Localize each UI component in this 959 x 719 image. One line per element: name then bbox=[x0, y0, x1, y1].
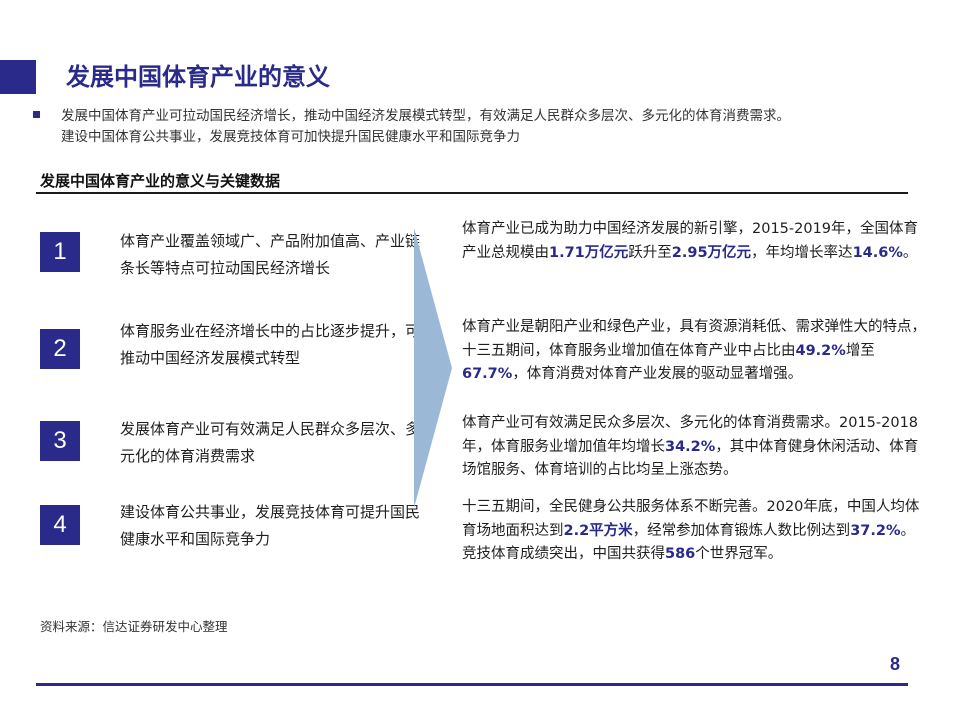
chevron-arrow-icon bbox=[414, 228, 452, 508]
point-text-1: 体育产业覆盖领域广、产品附加值高、产业链条长等特点可拉动国民经济增长 bbox=[120, 232, 421, 277]
point-text-3: 发展体育产业可有效满足人民群众多层次、多元化的体育消费需求 bbox=[120, 420, 421, 465]
detail-1-highlight-1: 1.71万亿元 bbox=[549, 244, 629, 261]
detail-4-text-b: ，经常参加体育锻炼人数比例达到 bbox=[632, 522, 851, 539]
intro-line-2: 建设中国体育公共事业，发展竞技体育可加快提升国民健康水平和国际竞争力 bbox=[61, 129, 520, 145]
detail-paragraph-1: 体育产业已成为助力中国经济发展的新引擎，2015-2019年，全国体育产业总规模… bbox=[462, 218, 927, 265]
page-title: 发展中国体育产业的意义 bbox=[66, 63, 330, 91]
detail-4-text-d: 个世界冠军。 bbox=[695, 546, 783, 562]
detail-2-text-b: 增至 bbox=[845, 342, 875, 359]
detail-2-highlight-1: 49.2% bbox=[795, 342, 846, 359]
point-text-2: 体育服务业在经济增长中的占比逐步提升，可推动中国经济发展模式转型 bbox=[120, 322, 421, 367]
point-text-4: 建设体育公共事业，发展竞技体育可提升国民健康水平和国际竞争力 bbox=[120, 503, 421, 548]
detail-paragraph-2: 体育产业是朝阳产业和绿色产业，具有资源消耗低、需求弹性大的特点，十三五期间，体育… bbox=[462, 316, 927, 387]
page-number: 8 bbox=[889, 654, 900, 674]
detail-4-highlight-1: 2.2平方米 bbox=[563, 522, 633, 539]
section-divider bbox=[36, 192, 908, 194]
detail-2-text-c: ，体育消费对体育产业发展的驱动显著增强。 bbox=[512, 366, 803, 382]
detail-2-highlight-2: 67.7% bbox=[462, 366, 513, 382]
title-accent-block bbox=[0, 60, 36, 94]
source-note: 资料来源：信达证券研发中心整理 bbox=[40, 619, 228, 634]
detail-4-highlight-2: 37.2% bbox=[850, 522, 901, 539]
detail-1-highlight-3: 14.6% bbox=[852, 244, 903, 261]
footer-divider bbox=[36, 683, 908, 686]
point-number-4: 4 bbox=[40, 505, 80, 545]
detail-1-text-d: 。 bbox=[902, 244, 918, 261]
intro-line-1: 发展中国体育产业可拉动国民经济增长，推动中国经济发展模式转型，有效满足人民群众多… bbox=[61, 108, 790, 124]
point-number-3: 3 bbox=[40, 421, 80, 461]
point-number-1: 1 bbox=[40, 232, 80, 272]
detail-3-highlight-1: 34.2% bbox=[665, 438, 716, 455]
detail-paragraph-3: 体育产业可有效满足民众多层次、多元化的体育消费需求。2015-2018年，体育服… bbox=[462, 412, 927, 483]
intro-paragraph: 发展中国体育产业可拉动国民经济增长，推动中国经济发展模式转型，有效满足人民群众多… bbox=[33, 106, 933, 148]
detail-paragraph-4: 十三五期间，全民健身公共服务体系不断完善。2020年底，中国人均体育场地面积达到… bbox=[462, 496, 927, 567]
detail-1-highlight-2: 2.95万亿元 bbox=[671, 244, 752, 261]
section-title: 发展中国体育产业的意义与关键数据 bbox=[40, 172, 281, 190]
detail-1-text-b: 跃升至 bbox=[628, 244, 672, 261]
point-number-2: 2 bbox=[40, 329, 80, 369]
detail-4-highlight-3: 586 bbox=[665, 546, 696, 562]
square-bullet-icon bbox=[33, 111, 40, 118]
detail-1-text-c: ，年均增长率达 bbox=[751, 244, 853, 261]
